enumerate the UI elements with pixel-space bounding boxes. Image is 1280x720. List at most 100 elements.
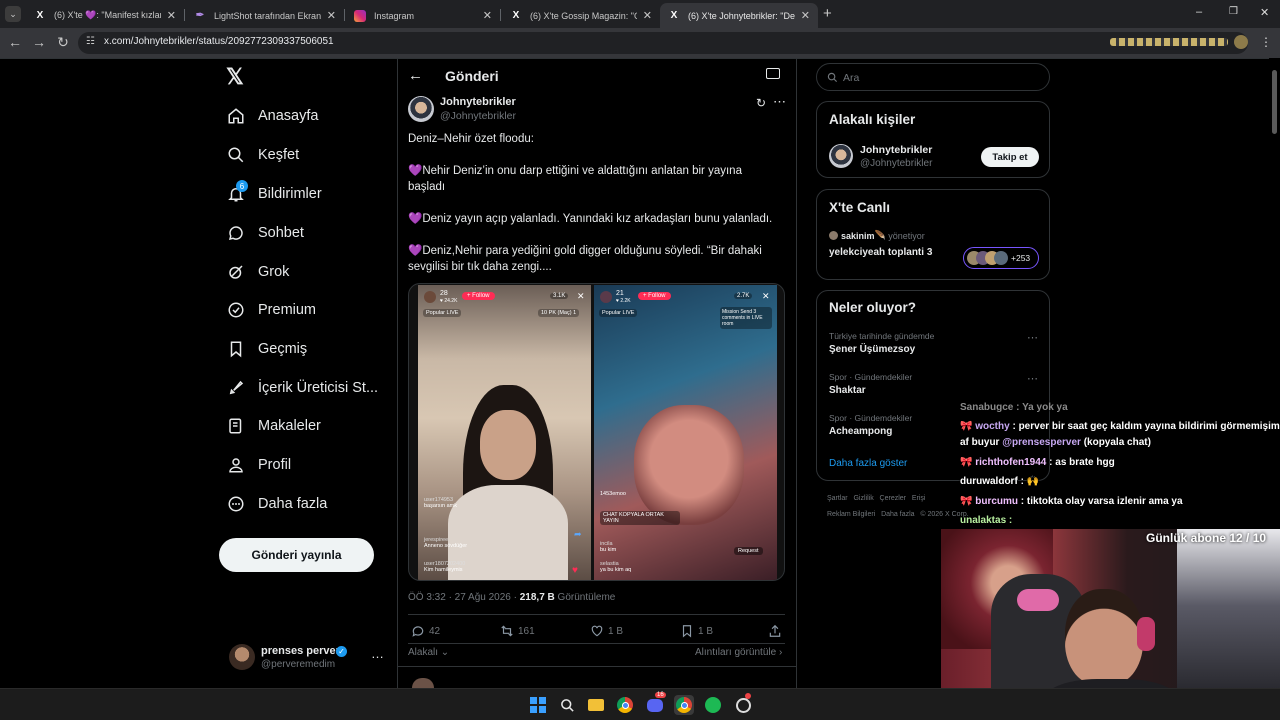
extension-banner-icon[interactable] — [1110, 38, 1228, 46]
new-tab-button[interactable]: + — [823, 5, 832, 22]
author-name[interactable]: Johnytebrikler — [440, 96, 516, 108]
trend-more-icon[interactable]: ⋯ — [1027, 331, 1038, 344]
tweet-text-line: Deniz–Nehir özet floodu: — [408, 133, 534, 145]
tab-search-button[interactable]: ⌄ — [5, 6, 21, 22]
relevant-sort-dropdown[interactable]: Alakalı ⌄ — [408, 647, 449, 658]
person-name[interactable]: Johnytebrikler — [860, 144, 932, 156]
trend-context: Türkiye tarihinde gündemde — [829, 331, 935, 341]
file-explorer-icon[interactable] — [586, 695, 606, 715]
tweet-text-line: 💜Deniz,Nehir para yediğini gold digger o… — [408, 245, 762, 273]
chat-message: duruwaldorf : 🙌 — [960, 476, 1040, 487]
share-button[interactable] — [768, 624, 782, 643]
grok-icon — [226, 262, 246, 282]
tweet-media[interactable]: 28 ♥ 24.2K + Follow 3.1K ✕ Popular LIVE … — [408, 283, 785, 581]
back-arrow-icon[interactable]: ← — [6, 34, 24, 50]
close-tab-icon[interactable]: ✕ — [801, 9, 810, 22]
sidebar-item-label: Daha fazla — [258, 496, 328, 512]
close-tab-icon[interactable]: ✕ — [167, 9, 176, 22]
sidebar-item-articles[interactable]: Makaleler — [226, 411, 321, 441]
footer-links[interactable]: Şartlar Gizlilik Çerezler Erişi — [827, 495, 925, 502]
show-more-link[interactable]: Daha fazla göster — [829, 458, 907, 469]
sidebar-item-label: Geçmiş — [258, 341, 308, 357]
close-tab-icon[interactable]: ✕ — [327, 9, 336, 22]
reader-view-icon[interactable] — [766, 68, 780, 79]
close-tab-icon[interactable]: ✕ — [483, 9, 492, 22]
close-tab-icon[interactable]: ✕ — [643, 9, 652, 22]
x-logo[interactable]: 𝕏 — [226, 64, 244, 90]
live-space-title[interactable]: yelekciyeah toplanti 3 — [829, 247, 932, 258]
browser-tab[interactable]: Instagram ✕ — [346, 3, 500, 28]
instagram-favicon-icon — [354, 9, 366, 22]
sidebar-item-home[interactable]: Anasayfa — [226, 101, 318, 131]
reply-button[interactable]: 42 — [411, 624, 440, 638]
maximize-button[interactable]: ❒ — [1229, 6, 1238, 17]
view-quotes-link[interactable]: Alıntıları görüntüle › — [695, 647, 782, 658]
author-handle[interactable]: @Johnytebrikler — [440, 110, 516, 122]
sidebar-item-explore[interactable]: Keşfet — [226, 140, 299, 170]
minimize-button[interactable]: – — [1196, 6, 1202, 18]
account-switcher[interactable]: prenses perver ✓ @perveremedim … — [226, 640, 386, 676]
streamer-head — [1065, 589, 1143, 687]
bookmark-button[interactable]: 1 B — [680, 624, 713, 638]
chat-banner: CHAT KOPYALA ORTAK YAYIN — [600, 511, 680, 525]
trend-more-icon[interactable]: ⋯ — [1027, 372, 1038, 385]
listener-avatars[interactable]: +253 — [963, 247, 1039, 269]
close-window-button[interactable]: ✕ — [1260, 6, 1269, 19]
sidebar-item-premium[interactable]: Premium — [226, 295, 316, 325]
sidebar-item-more[interactable]: Daha fazla — [226, 489, 327, 519]
chrome-icon[interactable] — [674, 695, 694, 715]
avatar[interactable] — [829, 144, 853, 168]
x-favicon-icon: X — [670, 10, 678, 21]
site-info-icon[interactable]: ☷ — [86, 36, 95, 47]
sidebar-item-grok[interactable]: Grok — [226, 257, 289, 287]
repost-button[interactable]: 161 — [500, 624, 535, 638]
like-button[interactable]: 1 B — [590, 624, 623, 638]
back-arrow-icon[interactable]: ← — [408, 67, 423, 84]
browser-menu-icon[interactable]: ⋮ — [1260, 35, 1272, 49]
follow-button[interactable]: Takip et — [981, 147, 1039, 167]
discord-icon[interactable]: 16 — [645, 692, 666, 715]
chrome-icon[interactable] — [615, 695, 635, 715]
tweet-more-icon[interactable]: ⋯ — [773, 94, 786, 110]
chat-message: Sanabugce : Ya yok ya — [960, 402, 1068, 413]
profile-avatar-icon[interactable] — [1234, 35, 1248, 49]
browser-tab-active[interactable]: X (6) X'te Johnytebrikler: "Deniz-N ✕ — [660, 3, 818, 28]
purple-heart-icon: 💜 — [408, 213, 423, 225]
account-more-icon[interactable]: … — [371, 646, 384, 661]
live-comment: jerespiree Anneno sövdüğer — [424, 537, 468, 549]
sidebar-item-notifications[interactable]: 6 Bildirimler — [226, 179, 322, 209]
sidebar-item-creator-studio[interactable]: İçerik Üreticisi St... — [226, 373, 378, 403]
bell-icon: 6 — [226, 180, 248, 204]
browser-tab-strip: ⌄ X (6) X'te 💜: "Manifest kızlar, fan ✕ … — [0, 0, 1280, 28]
trend-name[interactable]: Acheampong — [829, 426, 892, 437]
browser-tab[interactable]: X (6) X'te 💜: "Manifest kızlar, fan ✕ — [26, 3, 184, 28]
author-avatar[interactable] — [408, 96, 434, 122]
tweet-text-line: 💜Deniz yayın açıp yalanladı. Yanındaki k… — [408, 213, 773, 225]
footer-links[interactable]: Reklam Bilgileri Daha fazla © 2026 X Cor… — [827, 511, 969, 518]
live-host[interactable]: sakinim 🪶 yönetiyor — [829, 230, 925, 241]
browser-tab[interactable]: X (6) X'te Gossip Magazin: "Gizem ✕ — [502, 3, 660, 28]
live-on-x-card: X'te Canlı sakinim 🪶 yönetiyor yelekciyea… — [816, 189, 1050, 280]
windows-start-icon[interactable] — [528, 695, 548, 715]
post-button[interactable]: Gönderi yayınla — [219, 538, 374, 572]
trend-name[interactable]: Shaktar — [829, 385, 866, 396]
media-right-screenshot[interactable]: 21 ♥ 2.2K + Follow 2.7K ✕ Popular LIVE M… — [594, 285, 777, 580]
app-icon[interactable] — [733, 693, 753, 715]
chat-message: unalaktas : — [960, 515, 1013, 526]
trend-name[interactable]: Şener Üşümezsoy — [829, 344, 915, 355]
spotify-icon[interactable] — [703, 695, 723, 715]
lightshot-favicon-icon: ✒ — [195, 10, 205, 21]
sidebar-item-chat[interactable]: Sohbet — [226, 218, 304, 248]
browser-tab[interactable]: ✒ LightShot tarafından Ekran Gör ✕ — [186, 3, 344, 28]
media-left-screenshot[interactable]: 28 ♥ 24.2K + Follow 3.1K ✕ Popular LIVE … — [418, 285, 591, 580]
forward-arrow-icon[interactable]: → — [30, 34, 48, 50]
reload-icon[interactable]: ↻ — [54, 34, 72, 51]
tweet-timestamp: ÖÖ 3:32 · 27 Ağu 2026 · 218,7 B Görüntül… — [408, 592, 616, 603]
sidebar-item-profile[interactable]: Profil — [226, 450, 291, 480]
sidebar-item-bookmarks[interactable]: Geçmiş — [226, 334, 307, 364]
url-text[interactable]: x.com/Johnytebrikler/status/209277230933… — [104, 36, 334, 47]
live-sub: ♥ 2.2K — [616, 298, 631, 304]
search-icon[interactable] — [557, 695, 577, 715]
search-input[interactable]: Ara — [816, 63, 1050, 91]
grok-explain-icon[interactable]: ↻ — [756, 96, 766, 110]
